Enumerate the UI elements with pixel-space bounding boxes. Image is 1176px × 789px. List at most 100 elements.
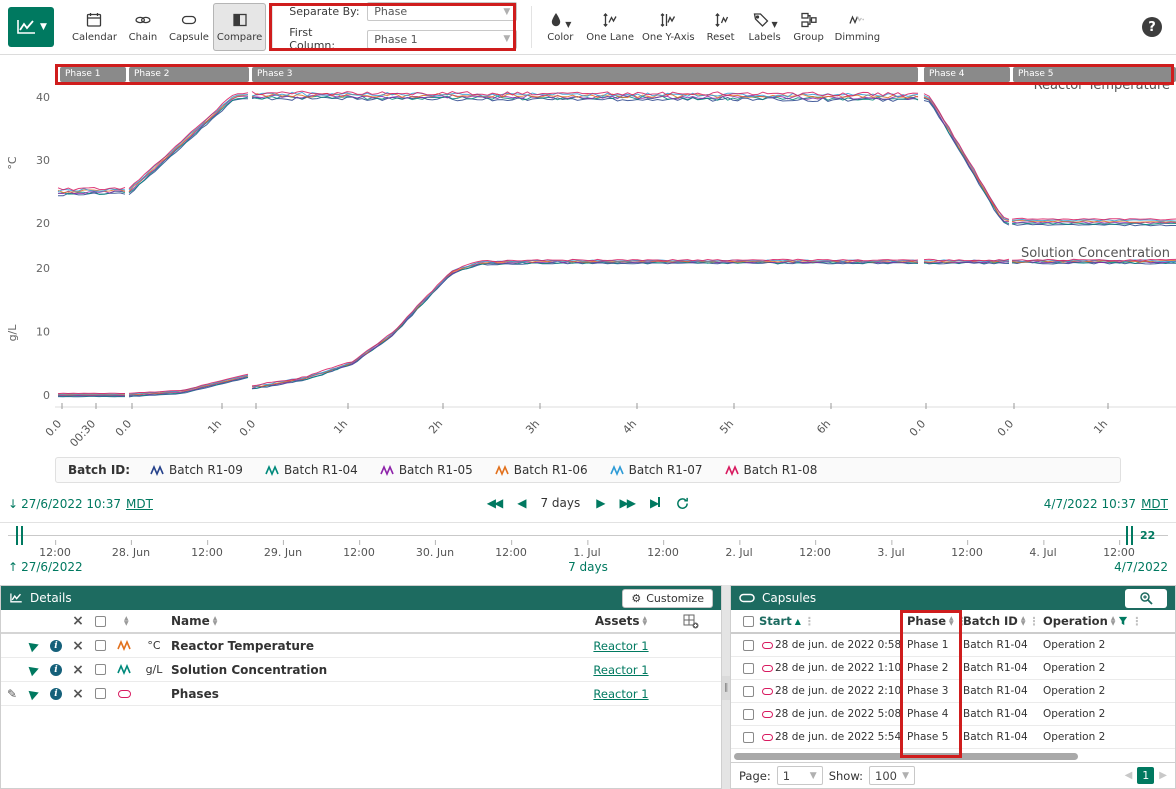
start-column-header[interactable]: Start (759, 614, 792, 628)
capsule-row[interactable]: 28 de jun. de 2022 5:54 Phase 5 Batch R1… (731, 726, 1175, 749)
sort-icon[interactable]: ▲▼ (1111, 616, 1116, 626)
phase-bar[interactable]: Phase 1 (60, 67, 126, 82)
next-page-icon[interactable]: ▶ (1159, 770, 1167, 781)
batch-id-column-header[interactable]: Batch ID (963, 614, 1018, 628)
signal-name[interactable]: Solution Concentration (171, 658, 581, 681)
navigate-icon[interactable] (28, 639, 40, 651)
step-forward-large-icon[interactable]: ▶▶ (620, 496, 634, 510)
navigate-icon[interactable] (28, 687, 40, 699)
legend-item[interactable]: Batch R1-08 (725, 463, 818, 477)
details-row-reactor-temperature[interactable]: i × °C Reactor Temperature Reactor 1 (1, 634, 721, 658)
step-forward-icon[interactable]: ▶ (596, 496, 603, 510)
timeline-end-date[interactable]: 4/7/2022 (1114, 560, 1168, 574)
remove-icon[interactable]: × (72, 686, 84, 702)
worksheet-view-menu-button[interactable]: ▼ (8, 7, 54, 47)
dimming-button[interactable]: Dimming (831, 3, 884, 51)
step-back-large-icon[interactable]: ◀◀ (487, 496, 501, 510)
customize-button[interactable]: ⚙ Customize (622, 589, 713, 608)
show-select[interactable]: 100 ▼ (869, 766, 915, 785)
row-checkbox[interactable] (743, 732, 754, 743)
phase-bar[interactable]: Phase 4 (924, 67, 1010, 82)
row-checkbox[interactable] (743, 709, 754, 720)
condition-name[interactable]: Phases (171, 682, 581, 705)
legend-item[interactable]: Batch R1-09 (150, 463, 243, 477)
phase-bar[interactable]: Phase 3 (252, 67, 918, 82)
column-menu-icon[interactable]: ⋮ (1131, 615, 1142, 628)
add-column-icon[interactable] (683, 614, 699, 629)
capsule-row[interactable]: 28 de jun. de 2022 2:10 Phase 3 Batch R1… (731, 680, 1175, 703)
step-back-icon[interactable]: ◀ (517, 496, 524, 510)
sort-icon[interactable]: ▲▼ (642, 616, 647, 626)
edit-pencil-icon[interactable]: ✎ (7, 687, 17, 701)
operation-column-header[interactable]: Operation (1043, 614, 1108, 628)
row-checkbox[interactable] (743, 686, 754, 697)
row-checkbox[interactable] (95, 688, 106, 699)
signal-name[interactable]: Reactor Temperature (171, 634, 581, 657)
duration-label[interactable]: 7 days (540, 496, 580, 510)
separate-by-select[interactable]: Phase ▼ (367, 2, 517, 21)
capsule-row[interactable]: 28 de jun. de 2022 0:58 Phase 1 Batch R1… (731, 634, 1175, 657)
group-button[interactable]: Group (787, 3, 831, 51)
details-row-phases[interactable]: ✎ i × Phases Reactor 1 (1, 682, 721, 706)
filter-funnel-icon[interactable] (1118, 616, 1128, 626)
one-lane-button[interactable]: One Lane (582, 3, 638, 51)
first-column-select[interactable]: Phase 1 ▼ (367, 30, 517, 49)
timezone-link[interactable]: MDT (1141, 497, 1168, 511)
capsule-row[interactable]: 28 de jun. de 2022 1:10 Phase 2 Batch R1… (731, 657, 1175, 680)
legend-item[interactable]: Batch R1-05 (380, 463, 473, 477)
info-icon[interactable]: i (50, 664, 62, 676)
sort-icon[interactable]: ▲▼ (949, 616, 954, 626)
help-button[interactable]: ? (1142, 17, 1162, 37)
sort-icon[interactable]: ▲▼ (124, 616, 129, 626)
info-icon[interactable]: i (50, 688, 62, 700)
zoom-to-capsule-button[interactable] (1125, 589, 1167, 608)
slider-right-handle[interactable] (1126, 526, 1133, 545)
timeline-duration[interactable]: 7 days (0, 560, 1176, 574)
phase-bar[interactable]: Phase 2 (129, 67, 249, 82)
trend-chart[interactable]: 40302020100°Cg/LReactor TemperatureSolut… (0, 55, 1176, 455)
column-menu-icon[interactable]: ⋮ (804, 615, 815, 628)
assets-column-header[interactable]: Assets (595, 614, 640, 628)
timeline-slider[interactable]: 22 (0, 522, 1176, 546)
sort-icon[interactable]: ▲▼ (1021, 616, 1026, 626)
sort-icon[interactable]: ▲▼ (213, 616, 218, 626)
calendar-button[interactable]: Calendar (68, 3, 121, 51)
phase-bar[interactable]: Phase 5 (1013, 67, 1176, 82)
range-end-datetime[interactable]: 4/7/2022 10:37 (1044, 497, 1136, 511)
column-menu-icon[interactable]: ⋮ (1028, 615, 1039, 628)
skip-to-now-icon[interactable]: ▶ (650, 496, 660, 510)
capsule-time-button[interactable]: Capsule (165, 3, 213, 51)
row-checkbox[interactable] (743, 640, 754, 651)
asset-link[interactable]: Reactor 1 (593, 663, 648, 677)
chain-button[interactable]: Chain (121, 3, 165, 51)
slider-track[interactable] (8, 535, 1168, 536)
current-page-button[interactable]: 1 (1137, 767, 1154, 784)
slider-left-handle[interactable] (16, 526, 23, 545)
asset-link[interactable]: Reactor 1 (593, 687, 648, 701)
page-select[interactable]: 1 ▼ (777, 766, 823, 785)
capsule-row[interactable]: 28 de jun. de 2022 5:08 Phase 4 Batch R1… (731, 703, 1175, 726)
one-y-axis-button[interactable]: One Y-Axis (638, 3, 699, 51)
phase-column-header[interactable]: Phase (907, 614, 946, 628)
remove-all-icon[interactable]: × (72, 613, 84, 629)
details-row-solution-concentration[interactable]: i × g/L Solution Concentration Reactor 1 (1, 658, 721, 682)
name-column-header[interactable]: Name (171, 614, 210, 628)
legend-item[interactable]: Batch R1-04 (265, 463, 358, 477)
color-button[interactable]: ▼ Color (538, 3, 582, 51)
navigate-icon[interactable] (28, 663, 40, 675)
info-icon[interactable]: i (50, 640, 62, 652)
refresh-icon[interactable] (676, 497, 689, 510)
remove-icon[interactable]: × (72, 638, 84, 654)
asset-link[interactable]: Reactor 1 (593, 639, 648, 653)
reset-button[interactable]: Reset (699, 3, 743, 51)
legend-item[interactable]: Batch R1-07 (610, 463, 703, 477)
row-checkbox[interactable] (95, 664, 106, 675)
row-checkbox[interactable] (743, 663, 754, 674)
select-all-checkbox[interactable] (95, 616, 106, 627)
select-all-checkbox[interactable] (743, 616, 754, 627)
remove-icon[interactable]: × (72, 662, 84, 678)
row-checkbox[interactable] (95, 640, 106, 651)
labels-button[interactable]: ▼ Labels (743, 3, 787, 51)
legend-item[interactable]: Batch R1-06 (495, 463, 588, 477)
panel-resize-grip[interactable]: ∥ (722, 676, 730, 700)
